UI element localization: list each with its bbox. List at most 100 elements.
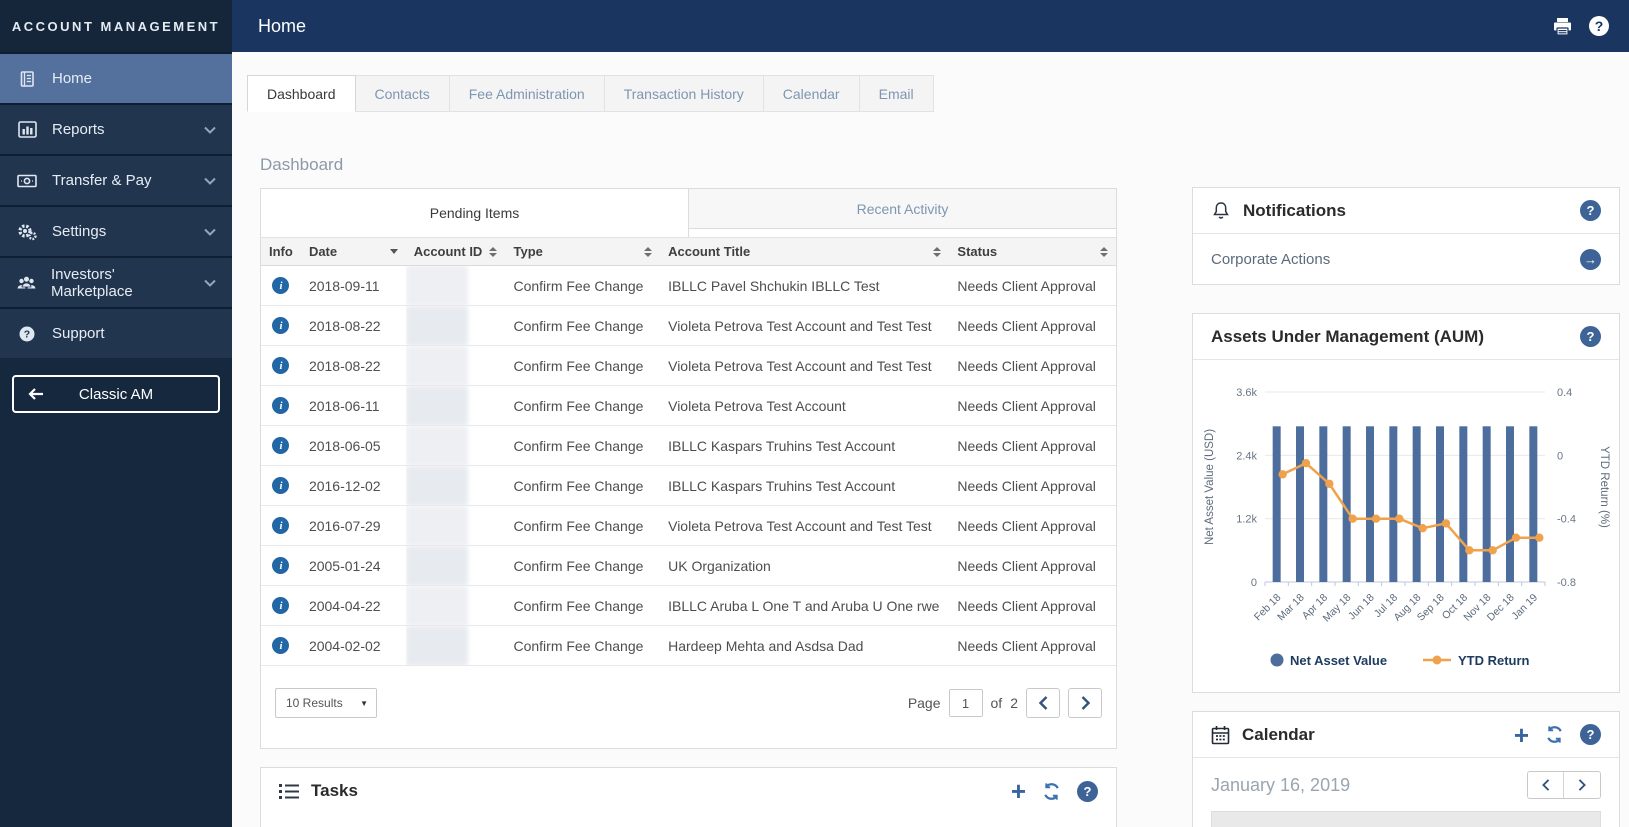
column-header-status[interactable]: Status: [949, 238, 1116, 265]
cell-status: Needs Client Approval: [957, 437, 1096, 454]
sidebar-item-home[interactable]: Home: [0, 52, 232, 103]
add-event-icon[interactable]: +: [1514, 722, 1529, 748]
svg-text:?: ?: [24, 328, 30, 340]
cell-account-id-redacted: [405, 346, 468, 385]
cell-type: Confirm Fee Change: [513, 437, 644, 454]
app-title: ACCOUNT MANAGEMENT: [0, 0, 232, 52]
info-icon[interactable]: i: [272, 357, 290, 374]
prev-page-button[interactable]: [1026, 688, 1060, 718]
help-icon[interactable]: ?: [1589, 16, 1609, 36]
info-icon[interactable]: i: [272, 597, 290, 614]
sidebar-item-label: Reports: [52, 121, 105, 138]
cell-account-title: IBLLC Pavel Shchukin IBLLC Test: [668, 277, 880, 294]
cell-account-id-redacted: [405, 266, 468, 305]
sidebar-item-settings[interactable]: Settings: [0, 205, 232, 256]
calendar-current-date: January 16, 2019: [1211, 774, 1351, 795]
info-icon[interactable]: i: [272, 277, 290, 294]
tab-contacts[interactable]: Contacts: [355, 75, 450, 112]
cell-account-title: Violeta Petrova Test Account: [668, 397, 846, 414]
tab-fee-administration[interactable]: Fee Administration: [449, 75, 605, 112]
page-number-input[interactable]: [948, 689, 983, 717]
sort-icon: [933, 246, 942, 257]
cell-account-title: Violeta Petrova Test Account and Test Te…: [668, 357, 932, 374]
column-label: Type: [513, 244, 543, 259]
notifications-help-icon[interactable]: ?: [1580, 200, 1601, 221]
info-icon[interactable]: i: [272, 437, 290, 454]
cell-account-id-redacted: [405, 466, 468, 505]
info-icon[interactable]: i: [272, 477, 290, 494]
aum-panel: Assets Under Management (AUM) ? 3.6k 0.4 2…: [1192, 313, 1620, 693]
sidebar-item-support[interactable]: ? Support: [0, 307, 232, 358]
cell-account-title: IBLLC Aruba L One T and Aruba U One rwe: [668, 597, 940, 614]
cell-type: Confirm Fee Change: [513, 477, 644, 494]
sidebar-item-investors-marketplace[interactable]: Investors' Marketplace: [0, 256, 232, 307]
tab-bar: Dashboard Contacts Fee Administration Trans…: [247, 75, 934, 112]
cell-date: 2018-08-22: [308, 357, 381, 374]
content-area: Dashboard Contacts Fee Administration Trans…: [232, 52, 1629, 827]
arrow-right-circle-icon[interactable]: →: [1580, 248, 1601, 270]
svg-text:0: 0: [1251, 577, 1257, 589]
aum-help-icon[interactable]: ?: [1580, 326, 1601, 347]
cell-status: Needs Client Approval: [957, 317, 1096, 334]
cell-account-title: Hardeep Mehta and Asdsa Dad: [668, 637, 864, 654]
info-icon[interactable]: i: [272, 317, 290, 334]
tasks-help-icon[interactable]: ?: [1077, 780, 1098, 802]
column-header-info: Info: [261, 238, 301, 265]
cell-account-id-redacted: [405, 306, 468, 345]
table-row: i 2016-12-02 Confirm Fee Change IBLLC Kaspa…: [261, 466, 1116, 506]
calendar-prev-button[interactable]: [1528, 772, 1564, 798]
svg-text:0: 0: [1557, 450, 1563, 462]
of-label: of: [990, 695, 1003, 711]
printer-icon[interactable]: [1552, 17, 1573, 36]
calendar-refresh-icon[interactable]: [1545, 725, 1564, 744]
bell-icon: [1211, 200, 1231, 221]
subtab-recent-activity[interactable]: Recent Activity: [689, 189, 1116, 229]
tab-transaction-history[interactable]: Transaction History: [604, 75, 764, 112]
svg-text:-0.8: -0.8: [1557, 577, 1576, 589]
results-per-page-select[interactable]: 10 Results ▼: [275, 688, 377, 718]
subtab-pending-items[interactable]: Pending Items: [261, 189, 689, 237]
table-row: i 2018-09-11 Confirm Fee Change IBLLC Pavel…: [261, 266, 1116, 306]
cell-date: 2016-07-29: [308, 517, 381, 534]
tab-dashboard[interactable]: Dashboard: [247, 75, 356, 112]
cell-type: Confirm Fee Change: [513, 397, 644, 414]
next-page-button[interactable]: [1068, 688, 1102, 718]
sidebar-item-transfer-pay[interactable]: Transfer & Pay: [0, 154, 232, 205]
cell-account-id-redacted: [405, 586, 468, 625]
svg-text:0.4: 0.4: [1557, 387, 1572, 399]
cell-type: Confirm Fee Change: [513, 317, 644, 334]
info-icon[interactable]: i: [272, 517, 290, 534]
refresh-icon[interactable]: [1042, 782, 1061, 801]
sidebar-item-label: Support: [52, 325, 105, 342]
info-icon[interactable]: i: [272, 557, 290, 574]
cell-date: 2016-12-02: [308, 477, 381, 494]
cell-status: Needs Client Approval: [957, 477, 1096, 494]
column-header-account-id[interactable]: Account ID: [406, 238, 506, 265]
info-icon[interactable]: i: [272, 397, 290, 414]
cell-account-title: IBLLC Kaspars Truhins Test Account: [668, 477, 896, 494]
notification-item-corporate-actions[interactable]: Corporate Actions →: [1193, 234, 1619, 284]
svg-text:1.2k: 1.2k: [1236, 514, 1257, 526]
cell-type: Confirm Fee Change: [513, 277, 644, 294]
tab-calendar[interactable]: Calendar: [763, 75, 860, 112]
column-label: Account ID: [413, 244, 483, 259]
chevron-down-icon: [204, 126, 216, 134]
calendar-next-button[interactable]: [1564, 772, 1600, 798]
cell-date: 2018-06-05: [308, 437, 381, 454]
info-icon[interactable]: i: [272, 637, 290, 654]
add-task-icon[interactable]: +: [1011, 778, 1026, 804]
sidebar-item-reports[interactable]: Reports: [0, 103, 232, 154]
tab-email[interactable]: Email: [859, 75, 934, 112]
column-header-account-title[interactable]: Account Title: [660, 238, 949, 265]
column-header-date[interactable]: Date: [301, 238, 406, 265]
sidebar: ACCOUNT MANAGEMENT Home Reports Transfer &…: [0, 0, 232, 827]
table-row: i 2004-04-22 Confirm Fee Change IBLLC Aruba…: [261, 586, 1116, 626]
cell-type: Confirm Fee Change: [513, 517, 644, 534]
calendar-event-area: [1211, 811, 1601, 827]
column-header-type[interactable]: Type: [505, 238, 660, 265]
sidebar-item-label: Settings: [52, 223, 107, 240]
journal-icon: [16, 69, 38, 89]
sort-icon: [644, 246, 653, 257]
classic-am-button[interactable]: Classic AM: [12, 375, 220, 413]
calendar-help-icon[interactable]: ?: [1580, 724, 1601, 745]
